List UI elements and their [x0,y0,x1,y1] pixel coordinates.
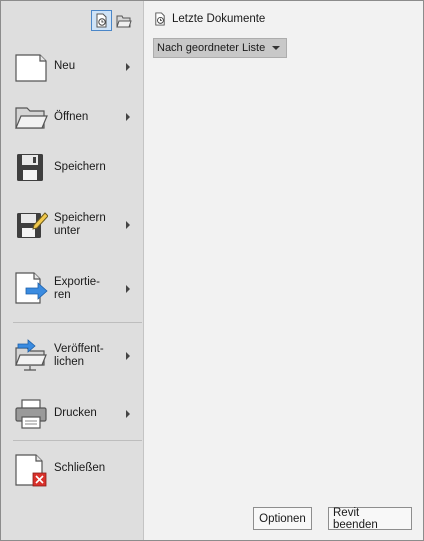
export-icon [15,272,48,304]
submenu-arrow-icon [126,352,130,360]
menu-item-new[interactable]: Neu [1,49,143,85]
open-folder-icon [15,107,48,129]
menu-divider [13,322,142,323]
menu-item-label: Öffnen [54,111,89,123]
recent-documents-icon [155,12,165,26]
recent-documents-icon [96,13,107,28]
new-document-icon [15,54,47,82]
sort-order-value: Nach geordneter Liste [157,42,266,54]
options-button[interactable]: Optionen [253,507,312,530]
menu-item-save-as[interactable]: Speichern unter [1,204,143,244]
menu-item-open[interactable]: Öffnen [1,99,143,135]
open-documents-icon [115,15,132,27]
open-documents-toggle[interactable] [113,10,134,31]
recent-documents-panel: Letzte Dokumente Nach geordneter Liste O… [144,1,423,540]
menu-item-label: Drucken [54,407,97,419]
submenu-arrow-icon [126,221,130,229]
recent-documents-header: Letzte Dokumente [153,12,265,26]
submenu-arrow-icon [126,285,130,293]
chevron-down-icon [272,46,280,50]
menu-item-save[interactable]: Speichern [1,149,143,185]
application-menu-window: Neu Öffnen Speichern Speichern unter Exp… [0,0,424,541]
sort-order-dropdown[interactable]: Nach geordneter Liste [153,38,287,58]
submenu-arrow-icon [126,113,130,121]
menu-item-label: Exportie- ren [54,276,101,301]
menu-item-label: Speichern unter [54,212,106,237]
save-as-icon [17,212,48,238]
recent-documents-title: Letzte Dokumente [172,13,266,25]
submenu-arrow-icon [126,410,130,418]
submenu-arrow-icon [126,63,130,71]
close-document-icon [15,454,47,487]
menu-item-close[interactable]: Schließen [1,451,143,487]
menu-item-label: Neu [54,60,76,72]
exit-revit-button[interactable]: Revit beenden [328,507,412,531]
menu-item-label: Schließen [54,462,106,474]
menu-item-label: Speichern [54,161,106,173]
publish-icon [15,339,47,371]
menu-item-label: Veröffent- lichen [54,343,104,368]
recent-documents-toggle[interactable] [91,10,112,31]
save-floppy-icon [17,154,43,181]
printer-icon [15,399,47,429]
view-toggle [91,10,134,31]
menu-item-publish[interactable]: Veröffent- lichen [1,335,143,375]
menu-item-export[interactable]: Exportie- ren [1,268,143,308]
menu-divider [13,440,142,441]
application-menu-panel: Neu Öffnen Speichern Speichern unter Exp… [1,1,144,540]
menu-item-print[interactable]: Drucken [1,395,143,433]
